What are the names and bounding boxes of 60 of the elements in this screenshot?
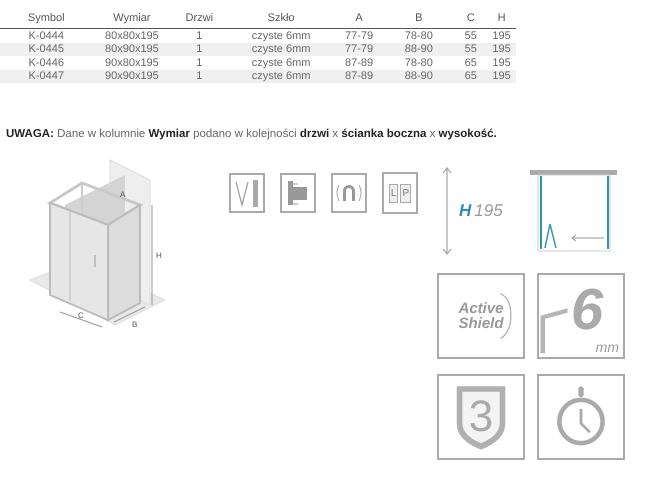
table-cell-text: czyste 6mm (250, 70, 312, 82)
height-letter: H (459, 201, 472, 221)
table-cell-text: 80x90x195 (104, 43, 160, 56)
table-cell-text: 87-89 (344, 70, 374, 82)
table-cell-text: 88-90 (404, 70, 434, 82)
table-cell-text: 195 (491, 56, 512, 69)
dimension-label: C (78, 311, 84, 320)
dimension-line (114, 306, 146, 322)
door-side-letter: L (388, 184, 398, 202)
active-shield-text: Active (458, 301, 504, 316)
height-value: 195 (474, 201, 503, 221)
table-cell-text: K-0444 (27, 30, 65, 42)
table-cell-text: 55 (464, 30, 478, 42)
table-cell-text: 90x90x195 (104, 70, 160, 82)
column-header: Drzwi (184, 12, 214, 24)
table-cell-text: 65 (464, 70, 478, 82)
glass-thickness-value: 6 (570, 281, 604, 339)
table-cell-text: 80x80x195 (104, 30, 160, 42)
column-header: C (466, 12, 476, 24)
table-cell-text: 55 (464, 43, 478, 56)
column-header: Wymiar (112, 12, 152, 24)
wall-profile-icon (280, 172, 316, 214)
table-cell-text: czyste 6mm (250, 56, 312, 69)
dimension-label: A (120, 190, 126, 199)
table-cell-text: 77-79 (344, 43, 374, 56)
column-header: H (496, 12, 507, 24)
glass-thickness-unit: mm (596, 339, 619, 355)
table-cell-text: 78-80 (404, 30, 434, 42)
warranty-years: 3 (468, 392, 494, 442)
dimension-label: H (156, 251, 162, 260)
table-cell-text: K-0447 (27, 70, 65, 82)
column-header: Szkło (266, 12, 296, 24)
table-cell-text: czyste 6mm (250, 43, 312, 56)
note-text: UWAGA: Dane w kolumnie Wymiar podano w kolejności drzwi x ścianka boczna x wysokość. (6, 128, 497, 140)
table-cell-text: 1 (195, 70, 204, 82)
swing-door-icon (229, 172, 265, 214)
column-header: A (354, 12, 364, 24)
dimension-line (60, 312, 102, 328)
column-header: Symbol (26, 12, 66, 24)
table-cell-text: K-0446 (27, 56, 65, 69)
table-cell-text: 65 (464, 56, 478, 69)
table-cell-text: 195 (491, 70, 512, 82)
table-cell-text: 1 (195, 56, 204, 69)
table-cell-text: 88-90 (404, 43, 434, 56)
table-cell-text: 195 (491, 43, 512, 56)
table-cell-text: 1 (195, 43, 204, 56)
column-header: B (414, 12, 424, 24)
table-cell-text: 1 (195, 30, 204, 42)
height-arrow-icon (441, 167, 453, 255)
table-cell-text: 195 (491, 30, 512, 42)
door-side-letter: P (400, 184, 412, 202)
magnet-icon (331, 172, 367, 214)
table-cell-text: 77-79 (344, 30, 374, 42)
table-cell-text: 78-80 (404, 56, 434, 69)
table-cell-text: 87-89 (344, 56, 374, 69)
table-cell-text: K-0445 (27, 43, 65, 56)
table-cell-text: czyste 6mm (250, 30, 312, 42)
active-shield-text: Shield (458, 316, 504, 331)
dimension-label: B (132, 320, 138, 329)
table-cell-text: 90x80x195 (104, 56, 160, 69)
